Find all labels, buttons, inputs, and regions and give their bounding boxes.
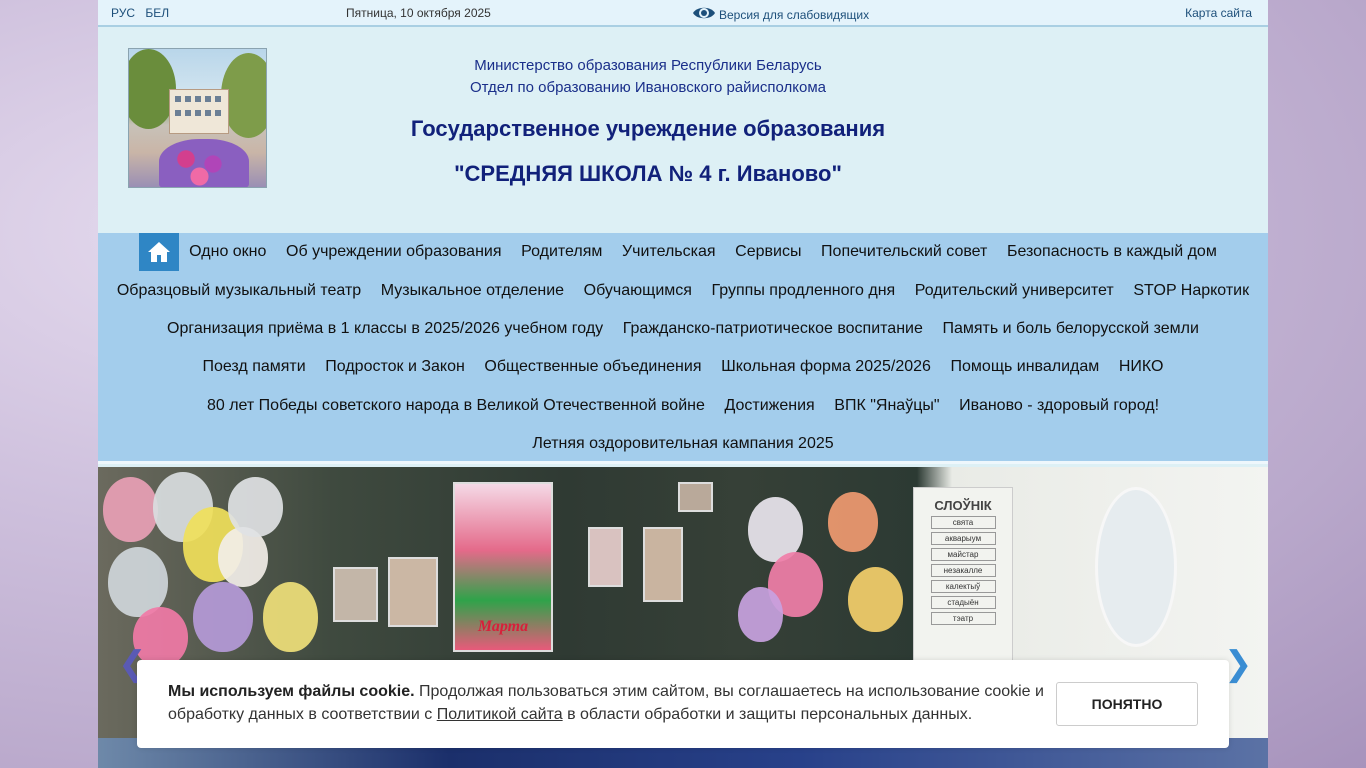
- privacy-policy-link[interactable]: Политикой сайта: [437, 706, 563, 723]
- menu-row: Летняя оздоровительная кампания 2025: [98, 425, 1268, 463]
- eye-icon: [693, 7, 715, 19]
- cookie-title: Мы используем файлы cookie.: [168, 683, 415, 700]
- menu-item[interactable]: Одно окно: [179, 243, 276, 261]
- menu-item[interactable]: Попечительский совет: [811, 243, 997, 261]
- menu-item[interactable]: Помощь инвалидам: [941, 358, 1109, 376]
- mirror: [1095, 487, 1177, 647]
- menu-row: 80 лет Победы советского народа в Велико…: [98, 387, 1268, 425]
- menu-item[interactable]: НИКО: [1109, 358, 1173, 376]
- lang-be-link[interactable]: БЕЛ: [145, 6, 169, 20]
- menu-item[interactable]: Музыкальное отделение: [371, 282, 574, 300]
- menu-item[interactable]: 80 лет Победы советского народа в Велико…: [197, 397, 715, 415]
- menu-item[interactable]: Родительский университет: [905, 282, 1124, 300]
- menu-item[interactable]: Поезд памяти: [193, 358, 316, 376]
- menu-item[interactable]: Достижения: [715, 397, 825, 415]
- vocabulary-board: СЛОЎНІК свята акварыум майстар незакалле…: [913, 487, 1013, 662]
- card-caption: Марта: [477, 618, 529, 635]
- cookie-text-after: в области обработки и защиты персональны…: [562, 706, 973, 723]
- board-word: тэатр: [930, 612, 996, 625]
- menu-row: Одно окно Об учреждении образования Родите…: [98, 233, 1268, 272]
- home-button[interactable]: [139, 233, 180, 272]
- main-menu: Одно окно Об учреждении образования Родите…: [98, 233, 1268, 464]
- menu-item[interactable]: Группы продленного дня: [702, 282, 905, 300]
- cookie-banner: Мы используем файлы cookie. Продолжая по…: [137, 660, 1229, 748]
- menu-item[interactable]: Гражданско-патриотическое воспитание: [613, 320, 933, 338]
- site-header: Министерство образования Республики Бела…: [98, 27, 1268, 233]
- low-vision-label: Версия для слабовидящих: [719, 7, 870, 22]
- menu-item[interactable]: Сервисы: [725, 243, 811, 261]
- menu-item[interactable]: Безопасность в каждый дом: [997, 243, 1226, 261]
- menu-item[interactable]: Родителям: [511, 243, 612, 261]
- low-vision-link[interactable]: Версия для слабовидящих: [692, 3, 869, 23]
- menu-item[interactable]: Иваново - здоровый город!: [949, 397, 1169, 415]
- sitemap-link[interactable]: Карта сайта: [1185, 6, 1252, 20]
- home-icon: [148, 242, 171, 263]
- ministry-name: Министерство образования Республики Бела…: [474, 57, 822, 74]
- board-word: стадыён: [930, 596, 996, 609]
- board-word: свята: [930, 516, 996, 529]
- board-word: калектыў: [930, 580, 996, 593]
- school-name: "СРЕДНЯЯ ШКОЛА № 4 г. Иваново": [454, 161, 842, 186]
- menu-row: Организация приёма в 1 классы в 2025/202…: [98, 310, 1268, 348]
- menu-row: Поезд памяти Подросток и Закон Общественны…: [98, 348, 1268, 386]
- menu-item[interactable]: Организация приёма в 1 классы в 2025/202…: [157, 320, 613, 338]
- cookie-text: Мы используем файлы cookie. Продолжая по…: [168, 680, 1048, 726]
- menu-item[interactable]: STOP Наркотик: [1124, 282, 1259, 300]
- menu-item[interactable]: Общественные объединения: [475, 358, 712, 376]
- menu-item[interactable]: Память и боль белорусской земли: [933, 320, 1209, 338]
- institution-title: Государственное учреждение образования: [410, 116, 886, 141]
- top-bar: РУС БЕЛ Пятница, 10 октября 2025 Версия …: [98, 0, 1268, 27]
- department-name: Отдел по образованию Ивановского райиспо…: [469, 79, 827, 96]
- menu-item[interactable]: Учительская: [612, 243, 725, 261]
- board-heading: СЛОЎНІК: [934, 498, 992, 513]
- board-word: акварыум: [930, 532, 996, 545]
- menu-item[interactable]: Обучающимся: [574, 282, 702, 300]
- menu-item[interactable]: Летняя оздоровительная кампания 2025: [523, 435, 844, 453]
- language-switcher: РУС БЕЛ: [111, 6, 176, 20]
- board-word: майстар: [930, 548, 996, 561]
- menu-item[interactable]: Образцовый музыкальный театр: [107, 282, 371, 300]
- page: РУС БЕЛ Пятница, 10 октября 2025 Версия …: [98, 0, 1268, 768]
- menu-item[interactable]: ВПК "Янаўцы": [824, 397, 949, 415]
- lang-ru-link[interactable]: РУС: [111, 6, 135, 20]
- menu-item[interactable]: Подросток и Закон: [315, 358, 474, 376]
- menu-row: Образцовый музыкальный театр Музыкальное …: [98, 271, 1268, 309]
- cookie-accept-button[interactable]: ПОНЯТНО: [1056, 682, 1198, 726]
- menu-item[interactable]: Об учреждении образования: [276, 243, 511, 261]
- current-date: Пятница, 10 октября 2025: [346, 6, 491, 20]
- board-word: незакалле: [930, 564, 996, 577]
- menu-item[interactable]: Школьная форма 2025/2026: [711, 358, 940, 376]
- march-card: Марта: [453, 482, 553, 652]
